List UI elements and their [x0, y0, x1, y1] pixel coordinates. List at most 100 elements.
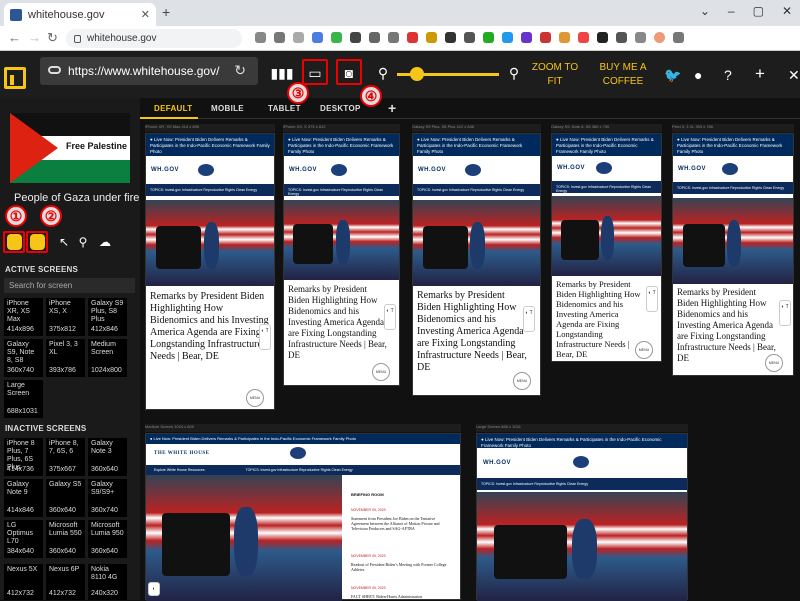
marker-2: ② — [40, 205, 62, 227]
screen-header: Large Screen 688 x 1031 — [476, 424, 688, 432]
device-preview-iphone-xr[interactable]: ● Live Now: President Biden Delivers Rem… — [145, 133, 275, 410]
zoom-to-fit-button[interactable]: ZOOM TO FIT — [530, 61, 580, 89]
forward-arrow-icon[interactable]: → — [28, 30, 41, 45]
inactive-screen-card[interactable]: Microsoft Lumia 950 360x640 — [88, 520, 127, 558]
extension-icon[interactable] — [578, 32, 589, 43]
extension-icon[interactable] — [445, 32, 456, 43]
tab-mobile[interactable]: MOBILE — [211, 104, 244, 113]
inactive-screen-card[interactable]: iPhone 8, 7, 6S, 6 375x667 — [46, 438, 85, 476]
puzzle-icon[interactable] — [616, 32, 627, 43]
search-icon[interactable]: ⚲ — [73, 232, 93, 252]
inactive-screen-card[interactable]: Nexus 6P 412x732 — [46, 564, 85, 600]
inactive-screen-card[interactable]: Microsoft Lumia 550 360x640 — [46, 520, 85, 558]
tab-desktop[interactable]: DESKTOP — [320, 104, 361, 113]
accessibility-toggle[interactable]: ◐ T — [523, 306, 535, 332]
browser-tab[interactable]: whitehouse.gov ✕ — [4, 3, 156, 26]
address-bar[interactable]: whitehouse.gov — [66, 29, 242, 48]
add-icon[interactable]: + — [755, 64, 765, 84]
app-url-field[interactable]: https://www.whitehouse.gov/ ↻ — [40, 57, 258, 85]
new-tab-icon[interactable]: + — [162, 4, 170, 20]
device-preview-pixel-3[interactable]: ● Live Now: President Biden Delivers Rem… — [672, 133, 794, 376]
back-arrow-icon[interactable]: ← — [8, 30, 21, 45]
active-screen-card[interactable]: iPhone XR, XS Max 414x896 — [4, 298, 43, 336]
extension-icon[interactable] — [369, 32, 380, 43]
cloud-download-icon[interactable]: ☁ — [95, 232, 115, 252]
extension-icon[interactable] — [426, 32, 437, 43]
extension-icon[interactable] — [521, 32, 532, 43]
tab-default[interactable]: DEFAULT — [154, 104, 192, 113]
close-tab-icon[interactable]: ✕ — [141, 8, 150, 21]
inspect-cursor-icon[interactable]: ↖ — [54, 232, 74, 252]
inactive-screen-card[interactable]: Galaxy Note 3 360x640 — [88, 438, 127, 476]
inactive-screen-card[interactable]: Nexus 5X 412x732 — [4, 564, 43, 600]
extension-icon[interactable] — [559, 32, 570, 43]
refresh-icon[interactable]: ↻ — [234, 62, 246, 79]
menu-button[interactable]: MENU — [372, 363, 390, 381]
inactive-screen-card[interactable]: Galaxy S9/S9+ 360x740 — [88, 479, 127, 517]
menu-button[interactable]: MENU — [246, 389, 264, 407]
google-icon[interactable] — [255, 32, 266, 43]
extension-icon[interactable] — [483, 32, 494, 43]
twitter-icon[interactable]: 🐦 — [664, 67, 681, 84]
extension-icon[interactable] — [464, 32, 475, 43]
active-screen-card[interactable]: Galaxy S9, Note 8, S8 360x740 — [4, 339, 43, 377]
extension-icon[interactable] — [388, 32, 399, 43]
reload-icon[interactable]: ↻ — [47, 30, 58, 46]
close-window-icon[interactable]: ✕ — [782, 4, 792, 18]
device-bars-icon[interactable]: ▮▮▮ — [270, 62, 293, 84]
buy-coffee-link[interactable]: BUY ME A COFFEE — [594, 61, 652, 89]
menu-button[interactable]: MENU — [635, 341, 653, 359]
zoom-out-icon[interactable]: ⚲ — [372, 62, 394, 84]
github-icon[interactable]: ● — [694, 67, 702, 83]
extension-icon[interactable] — [597, 32, 608, 43]
inactive-screen-card[interactable]: Galaxy S5 360x640 — [46, 479, 85, 517]
active-screen-card[interactable]: Galaxy S9 Plus, S8 Plus 412x846 — [88, 298, 127, 336]
inactive-screen-card[interactable]: iPhone 8 Plus, 7 Plus, 6S Plus 414x736 — [4, 438, 43, 476]
device-preview-large-screen[interactable]: ● Live Now: President Biden Delivers Rem… — [476, 433, 688, 601]
extension-icon[interactable] — [331, 32, 342, 43]
screen-header: iPhone XR, XS Max 414 x 896 — [145, 124, 275, 132]
tab-tablet[interactable]: TABLET — [268, 104, 301, 113]
menu-button[interactable]: MENU — [513, 372, 531, 390]
hero-photo — [673, 198, 793, 284]
minimize-icon[interactable]: – — [728, 4, 735, 18]
inactive-screen-card[interactable]: LG Optimus L70 384x640 — [4, 520, 43, 558]
avatar[interactable] — [654, 32, 665, 43]
extension-icon[interactable] — [350, 32, 361, 43]
screen-search-input[interactable]: Search for screen — [4, 278, 135, 293]
active-screen-card[interactable]: Large Screen 688x1031 — [4, 380, 43, 418]
device-preview-iphone-xs[interactable]: ● Live Now: President Biden Delivers Rem… — [283, 133, 400, 386]
sidepanel-icon[interactable] — [635, 32, 646, 43]
accessibility-toggle[interactable]: ◐ T — [259, 324, 271, 350]
active-screen-card[interactable]: iPhone XS, X 375x812 — [46, 298, 85, 336]
highlight-box — [26, 231, 48, 253]
device-preview-galaxy-s9[interactable]: ● Live Now: President Biden Delivers Rem… — [551, 133, 662, 362]
accessibility-toggle[interactable]: ◐ T — [384, 304, 396, 330]
device-preview-galaxy-s9-plus[interactable]: ● Live Now: President Biden Delivers Rem… — [412, 133, 541, 396]
accessibility-toggle[interactable]: ◐ T — [779, 300, 791, 326]
share-icon[interactable] — [274, 32, 285, 43]
zoom-in-icon[interactable]: ⚲ — [503, 62, 525, 84]
inactive-screen-card[interactable]: Galaxy Note 9 414x846 — [4, 479, 43, 517]
accessibility-toggle[interactable]: ◐ — [148, 582, 160, 596]
chevron-down-icon[interactable]: ⌄ — [700, 4, 710, 18]
screen-header: Galaxy S9 Plus, S8 Plus 412 x 846 — [412, 124, 541, 132]
inactive-screen-card[interactable]: Nokia 8110 4G 240x320 — [88, 564, 127, 600]
maximize-icon[interactable]: ▢ — [753, 4, 764, 18]
menu-dots-icon[interactable] — [673, 32, 684, 43]
active-screen-card[interactable]: Medium Screen 1024x800 — [88, 339, 127, 377]
extension-icon[interactable] — [312, 32, 323, 43]
zoom-slider-handle[interactable] — [410, 67, 424, 81]
extension-icon[interactable] — [502, 32, 513, 43]
add-tab-icon[interactable]: + — [388, 100, 396, 116]
help-icon[interactable]: ? — [724, 67, 732, 83]
menu-button[interactable]: MENU — [765, 354, 783, 372]
extension-icon[interactable] — [540, 32, 551, 43]
device-preview-medium-screen[interactable]: ● Live Now: President Biden Delivers Rem… — [145, 433, 461, 601]
active-screen-card[interactable]: Pixel 3, 3 XL 393x786 — [46, 339, 85, 377]
sidebar: Free Palestine People of Gaza under fire… — [0, 98, 140, 600]
close-icon[interactable]: ✕ — [788, 67, 800, 84]
accessibility-toggle[interactable]: ◐ T — [646, 286, 658, 312]
star-icon[interactable] — [293, 32, 304, 43]
extension-icon[interactable] — [407, 32, 418, 43]
